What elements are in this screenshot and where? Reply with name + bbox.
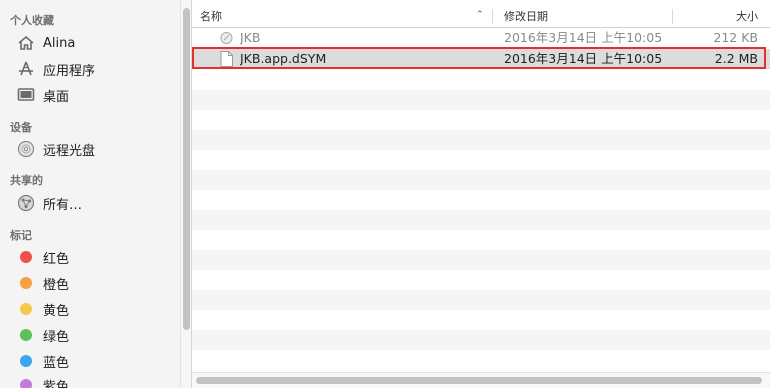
sidebar-item-label: Alina: [43, 35, 76, 51]
tag-dot-icon: [16, 247, 36, 267]
column-divider[interactable]: [492, 9, 493, 24]
file-modified: 2016年3月14日 上午10:05: [504, 51, 663, 66]
column-header-size[interactable]: 大小: [682, 6, 758, 27]
list-header: 名称 ⌃ 修改日期 大小: [192, 6, 770, 28]
horizontal-scrollbar[interactable]: [192, 372, 770, 388]
file-list: 名称 ⌃ 修改日期 大小 JKB 2016年3月14日 上午10:05 212 …: [192, 0, 770, 388]
empty-row: [192, 310, 770, 330]
tag-dot-icon: [16, 351, 36, 371]
sidebar-scrollbar-thumb[interactable]: [183, 8, 190, 330]
file-size: 212 KB: [713, 30, 758, 45]
file-name: JKB.app.dSYM: [240, 51, 327, 66]
tag-dot-icon: [16, 375, 36, 388]
sidebar-item-all-shared[interactable]: 所有…: [16, 192, 82, 214]
empty-row: [192, 130, 770, 150]
file-size: 2.2 MB: [714, 51, 758, 66]
table-row[interactable]: JKB.app.dSYM 2016年3月14日 上午10:05 2.2 MB: [192, 49, 770, 69]
sidebar-item-label: 绿色: [43, 329, 70, 345]
finder-window: 个人收藏 Alina 应用程序 桌面 设备 远程光盘 共享的 所有… 标记 红色…: [0, 0, 770, 388]
sidebar-tag-blue[interactable]: 蓝色: [16, 350, 69, 372]
empty-row: [192, 270, 770, 290]
sidebar-item-label: 所有…: [43, 197, 83, 213]
empty-row: [192, 290, 770, 310]
column-divider[interactable]: [672, 9, 673, 24]
tag-dot-icon: [16, 273, 36, 293]
tag-dot-icon: [16, 325, 36, 345]
sidebar-tag-red[interactable]: 红色: [16, 246, 69, 268]
app-icon: [220, 30, 233, 46]
sidebar-item-label: 桌面: [43, 89, 70, 105]
empty-row: [192, 250, 770, 270]
empty-row: [192, 350, 770, 370]
home-icon: [16, 33, 36, 53]
sidebar-item-label: 远程光盘: [43, 143, 96, 159]
empty-row: [192, 90, 770, 110]
sidebar-scrollbar[interactable]: [180, 0, 192, 388]
sidebar-item-remote-disc[interactable]: 远程光盘: [16, 138, 95, 160]
sidebar-item-home[interactable]: Alina: [16, 32, 75, 54]
empty-row: [192, 230, 770, 250]
sidebar-tag-yellow[interactable]: 黄色: [16, 298, 69, 320]
column-header-name[interactable]: 名称: [200, 6, 470, 27]
empty-row: [192, 190, 770, 210]
network-globe-icon: [16, 193, 36, 213]
file-modified: 2016年3月14日 上午10:05: [504, 30, 663, 45]
empty-row: [192, 170, 770, 190]
sidebar-heading-devices: 设备: [10, 121, 32, 134]
sort-arrow-icon: ⌃: [476, 10, 484, 20]
sidebar-item-label: 红色: [43, 251, 70, 267]
disc-icon: [16, 139, 36, 159]
empty-row: [192, 210, 770, 230]
sidebar-tag-purple[interactable]: 紫色: [16, 374, 69, 388]
file-name: JKB: [240, 30, 261, 45]
file-rows: JKB 2016年3月14日 上午10:05 212 KB JKB.app.dS…: [192, 28, 770, 372]
horizontal-scrollbar-thumb[interactable]: [196, 377, 762, 384]
empty-row: [192, 330, 770, 350]
document-icon: [220, 51, 233, 67]
tag-dot-icon: [16, 299, 36, 319]
sidebar-item-label: 黄色: [43, 303, 70, 319]
sidebar-heading-shared: 共享的: [10, 174, 43, 187]
empty-row: [192, 70, 770, 90]
sidebar-heading-tags: 标记: [10, 229, 32, 242]
applications-icon: [16, 59, 36, 79]
sidebar-item-applications[interactable]: 应用程序: [16, 58, 95, 80]
table-row[interactable]: JKB 2016年3月14日 上午10:05 212 KB: [192, 28, 770, 48]
sidebar-item-label: 蓝色: [43, 355, 70, 371]
sidebar: 个人收藏 Alina 应用程序 桌面 设备 远程光盘 共享的 所有… 标记 红色…: [0, 0, 180, 388]
sidebar-item-label: 紫色: [43, 379, 70, 388]
desktop-icon: [16, 85, 36, 105]
sidebar-tag-green[interactable]: 绿色: [16, 324, 69, 346]
empty-row: [192, 150, 770, 170]
empty-row: [192, 110, 770, 130]
sidebar-item-label: 橙色: [43, 277, 70, 293]
sidebar-tag-orange[interactable]: 橙色: [16, 272, 69, 294]
sidebar-heading-favorites: 个人收藏: [10, 14, 54, 27]
column-header-modified[interactable]: 修改日期: [504, 6, 664, 27]
sidebar-item-desktop[interactable]: 桌面: [16, 84, 69, 106]
sidebar-item-label: 应用程序: [43, 63, 96, 79]
